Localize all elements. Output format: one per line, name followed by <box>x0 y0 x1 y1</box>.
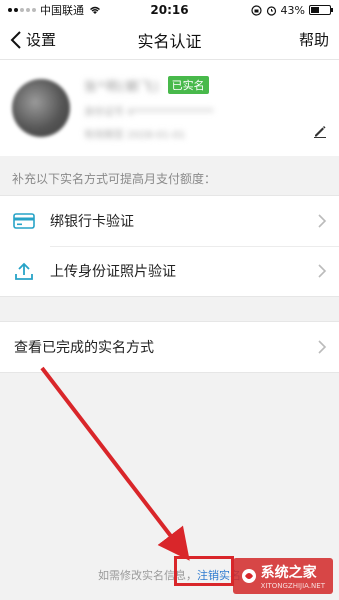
wifi-icon <box>90 6 100 14</box>
bank-card-icon <box>12 209 36 233</box>
page-title: 实名认证 <box>137 31 202 51</box>
footer-prefix: 如需修改实名信息， <box>98 569 197 582</box>
carrier-name: 中国联通 <box>40 4 84 17</box>
status-left: 中国联通 <box>8 2 102 18</box>
bind-bank-card-item[interactable]: 绑银行卡验证 <box>0 196 339 246</box>
bind-bank-card-label: 绑银行卡验证 <box>50 214 134 230</box>
profile-card: 张*明(朝飞) 已实名 身份证号 4**************** 有效期至 … <box>0 60 339 156</box>
alarm-icon <box>266 5 276 16</box>
nav-bar: 设置 实名认证 帮助 <box>0 20 339 60</box>
back-button[interactable]: 设置 <box>10 29 56 50</box>
battery-percent: 43% <box>280 3 305 17</box>
view-completed-methods-item[interactable]: 查看已完成的实名方式 <box>0 322 339 372</box>
avatar <box>12 79 70 137</box>
status-time: 20:16 <box>150 3 189 17</box>
chevron-right-icon <box>318 340 327 354</box>
status-right: 43% <box>250 3 333 17</box>
signal-icon <box>8 8 36 12</box>
edit-icon[interactable] <box>313 124 327 138</box>
watermark: 系统之家 XITONGZHIJIA.NET <box>232 558 333 594</box>
quota-hint: 补充以下实名方式可提高月支付额度： <box>12 172 217 186</box>
help-button[interactable]: 帮助 <box>299 29 329 50</box>
completed-methods-list: 查看已完成的实名方式 <box>0 321 339 373</box>
chevron-left-icon <box>10 30 21 49</box>
upload-icon <box>12 259 36 283</box>
id-number: 身份证号 4**************** <box>84 106 214 118</box>
watermark-subtext: XITONGZHIJIA.NET <box>260 582 325 590</box>
battery-icon <box>309 5 333 15</box>
verification-methods-list: 绑银行卡验证 上传身份证照片验证 <box>0 195 339 297</box>
chevron-right-icon <box>318 264 327 278</box>
verified-badge: 已实名 <box>167 76 209 94</box>
name-row: 张*明(朝飞) 已实名 <box>84 76 214 95</box>
status-bar: 中国联通 20:16 43% <box>0 0 339 20</box>
profile-info: 张*明(朝飞) 已实名 身份证号 4**************** 有效期至 … <box>84 76 214 141</box>
battery-fill <box>311 7 319 13</box>
watermark-logo-icon <box>241 569 256 583</box>
upload-id-photo-label: 上传身份证照片验证 <box>50 264 176 280</box>
lock-rotation-icon <box>250 4 262 16</box>
view-completed-methods-label: 查看已完成的实名方式 <box>14 340 154 356</box>
user-name: 张*明(朝飞) <box>84 79 160 95</box>
chevron-right-icon <box>318 214 327 228</box>
upload-id-photo-item[interactable]: 上传身份证照片验证 <box>0 246 339 296</box>
back-label: 设置 <box>26 31 57 49</box>
watermark-text: 系统之家 <box>260 565 317 581</box>
id-expiry: 有效期至 2028-01-01 <box>84 129 186 141</box>
